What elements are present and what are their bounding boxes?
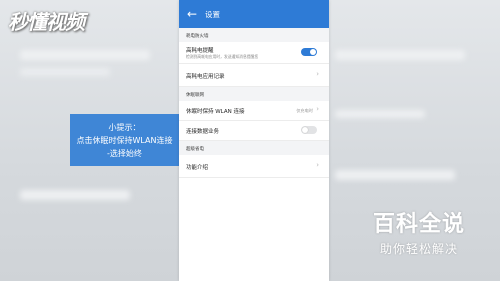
section-label-power-firewall: 耗电防火墙 [179,28,329,42]
blurred-shape [20,68,110,76]
row-keep-wlan-during-sleep[interactable]: 休眠时保持 WLAN 连接 仅充电时 › [179,101,329,121]
tip-box: 小提示： 点击休眠时保持WLAN连接 -选择始终 [70,114,179,166]
chevron-right-icon: › [316,70,319,78]
high-power-alert-toggle[interactable] [301,48,317,56]
brand-slogan: 助你轻松解决 [379,242,458,256]
toggle-knob [302,127,308,133]
row-feature-intro[interactable]: 功能介绍 › [179,155,329,178]
row-high-power-alert[interactable]: 高耗电提醒 检测到高耗电应用时，发送通知消息提醒您 [179,42,329,64]
tip-line-1: 点击休眠时保持WLAN连接 [76,135,173,145]
data-service-toggle[interactable] [301,126,317,134]
blurred-shape [335,110,425,118]
section-label-sleep-network: 休眠联网 [179,87,329,101]
video-watermark-logo: 秒懂视频 [8,10,85,34]
blurred-shape [20,190,130,200]
phone-screen: ← 设置 耗电防火墙 高耗电提醒 检测到高耗电应用时，发送通知消息提醒您 高耗电… [179,0,329,281]
blurred-shape [20,50,150,60]
row-title: 功能介绍 [186,165,209,171]
chevron-right-icon: › [316,105,319,113]
row-title: 高耗电应用记录 [186,74,225,80]
row-value: 仅充电时 [296,108,313,113]
page-title: 设置 [205,9,220,19]
title-bar: ← 设置 [179,0,329,28]
blurred-shape [335,170,455,180]
row-connect-data-service[interactable]: 连接数据业务 [179,121,329,141]
row-title: 休眠时保持 WLAN 连接 [186,109,245,115]
back-arrow-icon[interactable]: ← [181,7,203,21]
section-label-super-power-saving: 超级省电 [179,141,329,155]
chevron-right-icon: › [316,161,319,169]
brand-watermark: 百科全说 助你轻松解决 [346,206,492,257]
row-high-power-app-log[interactable]: 高耗电应用记录 › [179,64,329,87]
row-title: 连接数据业务 [186,129,220,135]
row-subtitle: 检测到高耗电应用时，发送通知消息提醒您 [186,54,259,59]
tip-line-2: -选择始终 [107,148,142,158]
tip-title: 小提示： [108,122,141,132]
brand-title: 百科全说 [372,212,465,237]
row-title: 高耗电提醒 [186,48,214,54]
toggle-knob [310,49,316,55]
blurred-shape [335,50,465,60]
